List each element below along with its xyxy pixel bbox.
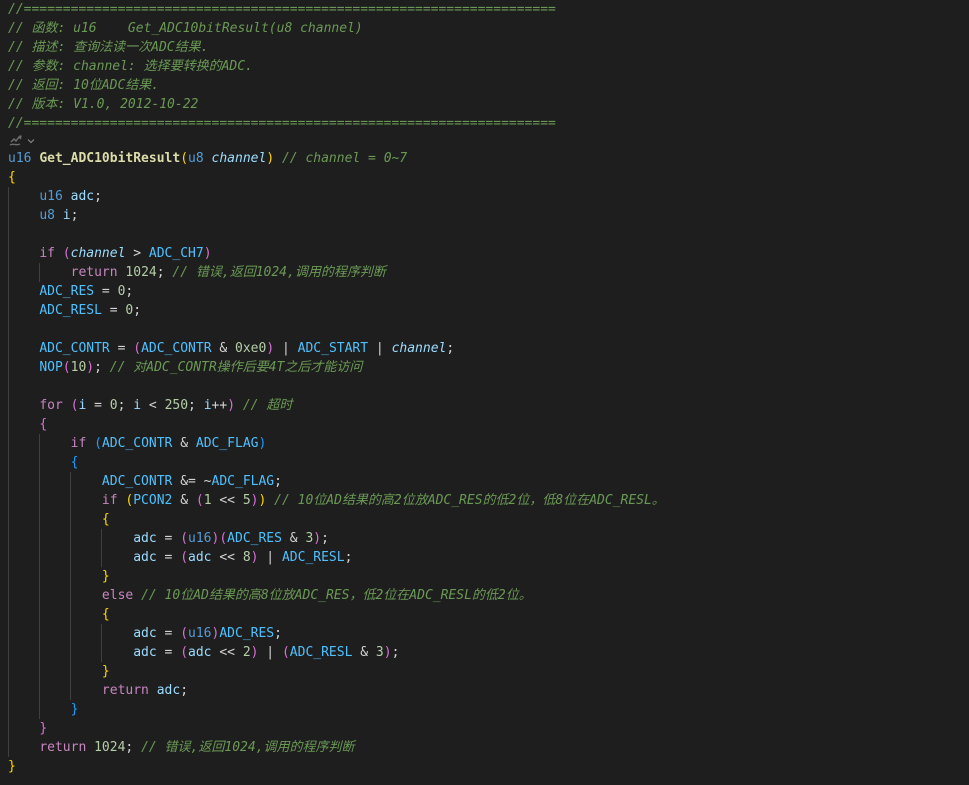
code-line[interactable]: //======================================… — [8, 0, 556, 19]
code-line[interactable]: { — [8, 168, 16, 187]
code-line[interactable]: } — [8, 700, 79, 719]
code-line[interactable]: { — [8, 605, 110, 624]
code-line[interactable]: if (ADC_CONTR & ADC_FLAG) — [8, 434, 267, 453]
code-line[interactable]: else // 10位AD结果的高8位放ADC_RES，低2位在ADC_RESL… — [8, 586, 532, 605]
code-line[interactable]: adc = (adc << 2) | (ADC_RESL & 3); — [8, 643, 399, 662]
comment-token: //======================================… — [8, 2, 556, 17]
code-line[interactable]: // 版本: V1.0, 2012-10-22 — [8, 95, 198, 114]
comment-token: // 描述: 查询法读一次ADC结果. — [8, 40, 209, 55]
fold-gutter[interactable] — [8, 133, 36, 149]
code-line[interactable]: u8 i; — [8, 206, 78, 225]
code-line[interactable]: ADC_CONTR &= ~ADC_FLAG; — [8, 472, 282, 491]
code-line[interactable]: { — [8, 415, 47, 434]
code-line[interactable]: return 1024; // 错误,返回1024,调用的程序判断 — [8, 738, 354, 757]
code-line[interactable]: { — [8, 510, 110, 529]
code-line[interactable]: // 描述: 查询法读一次ADC结果. — [8, 38, 208, 57]
code-line[interactable]: } — [8, 757, 16, 776]
code-line[interactable]: // 参数: channel: 选择要转换的ADC. — [8, 57, 253, 76]
comment-token: //======================================… — [8, 116, 556, 131]
code-line[interactable]: u16 adc; — [8, 187, 102, 206]
code-line[interactable]: { — [8, 453, 79, 472]
code-line[interactable]: //======================================… — [8, 114, 556, 133]
code-line[interactable]: if (channel > ADC_CH7) — [8, 244, 211, 263]
code-editor[interactable]: //======================================… — [0, 0, 969, 785]
code-line[interactable]: adc = (u16)(ADC_RES & 3); — [8, 529, 329, 548]
copilot-sparkle-icon[interactable] — [8, 133, 24, 149]
code-line[interactable]: ADC_RESL = 0; — [8, 301, 141, 320]
code-line[interactable]: for (i = 0; i < 250; i++) // 超时 — [8, 396, 292, 415]
code-line[interactable]: if (PCON2 & (1 << 5)) // 10位AD结果的高2位放ADC… — [8, 491, 665, 510]
code-line[interactable]: return adc; — [8, 681, 188, 700]
comment-token: // 版本: V1.0, 2012-10-22 — [8, 97, 199, 112]
code-line[interactable]: ADC_CONTR = (ADC_CONTR & 0xe0) | ADC_STA… — [8, 339, 454, 358]
code-line[interactable]: u16 Get_ADC10bitResult(u8 channel) // ch… — [8, 149, 407, 168]
code-line[interactable]: adc = (adc << 8) | ADC_RESL; — [8, 548, 352, 567]
code-line[interactable]: // 函数: u16 Get_ADC10bitResult(u8 channel… — [8, 19, 363, 38]
comment-token: // 参数: channel: 选择要转换的ADC. — [8, 59, 253, 74]
code-line[interactable]: } — [8, 567, 110, 586]
code-line[interactable]: return 1024; // 错误,返回1024,调用的程序判断 — [8, 263, 386, 282]
comment-token: // 返回: 10位ADC结果. — [8, 78, 160, 93]
code-line[interactable]: // 返回: 10位ADC结果. — [8, 76, 159, 95]
comment-token: // 函数: u16 Get_ADC10bitResult(u8 channel… — [8, 21, 363, 36]
code-line[interactable]: adc = (u16)ADC_RES; — [8, 624, 282, 643]
code-line[interactable]: } — [8, 662, 110, 681]
code-line[interactable]: ADC_RES = 0; — [8, 282, 133, 301]
code-line[interactable]: NOP(10); // 对ADC_CONTR操作后要4T之后才能访问 — [8, 358, 362, 377]
code-line[interactable]: } — [8, 719, 47, 738]
chevron-down-icon[interactable] — [26, 136, 36, 146]
